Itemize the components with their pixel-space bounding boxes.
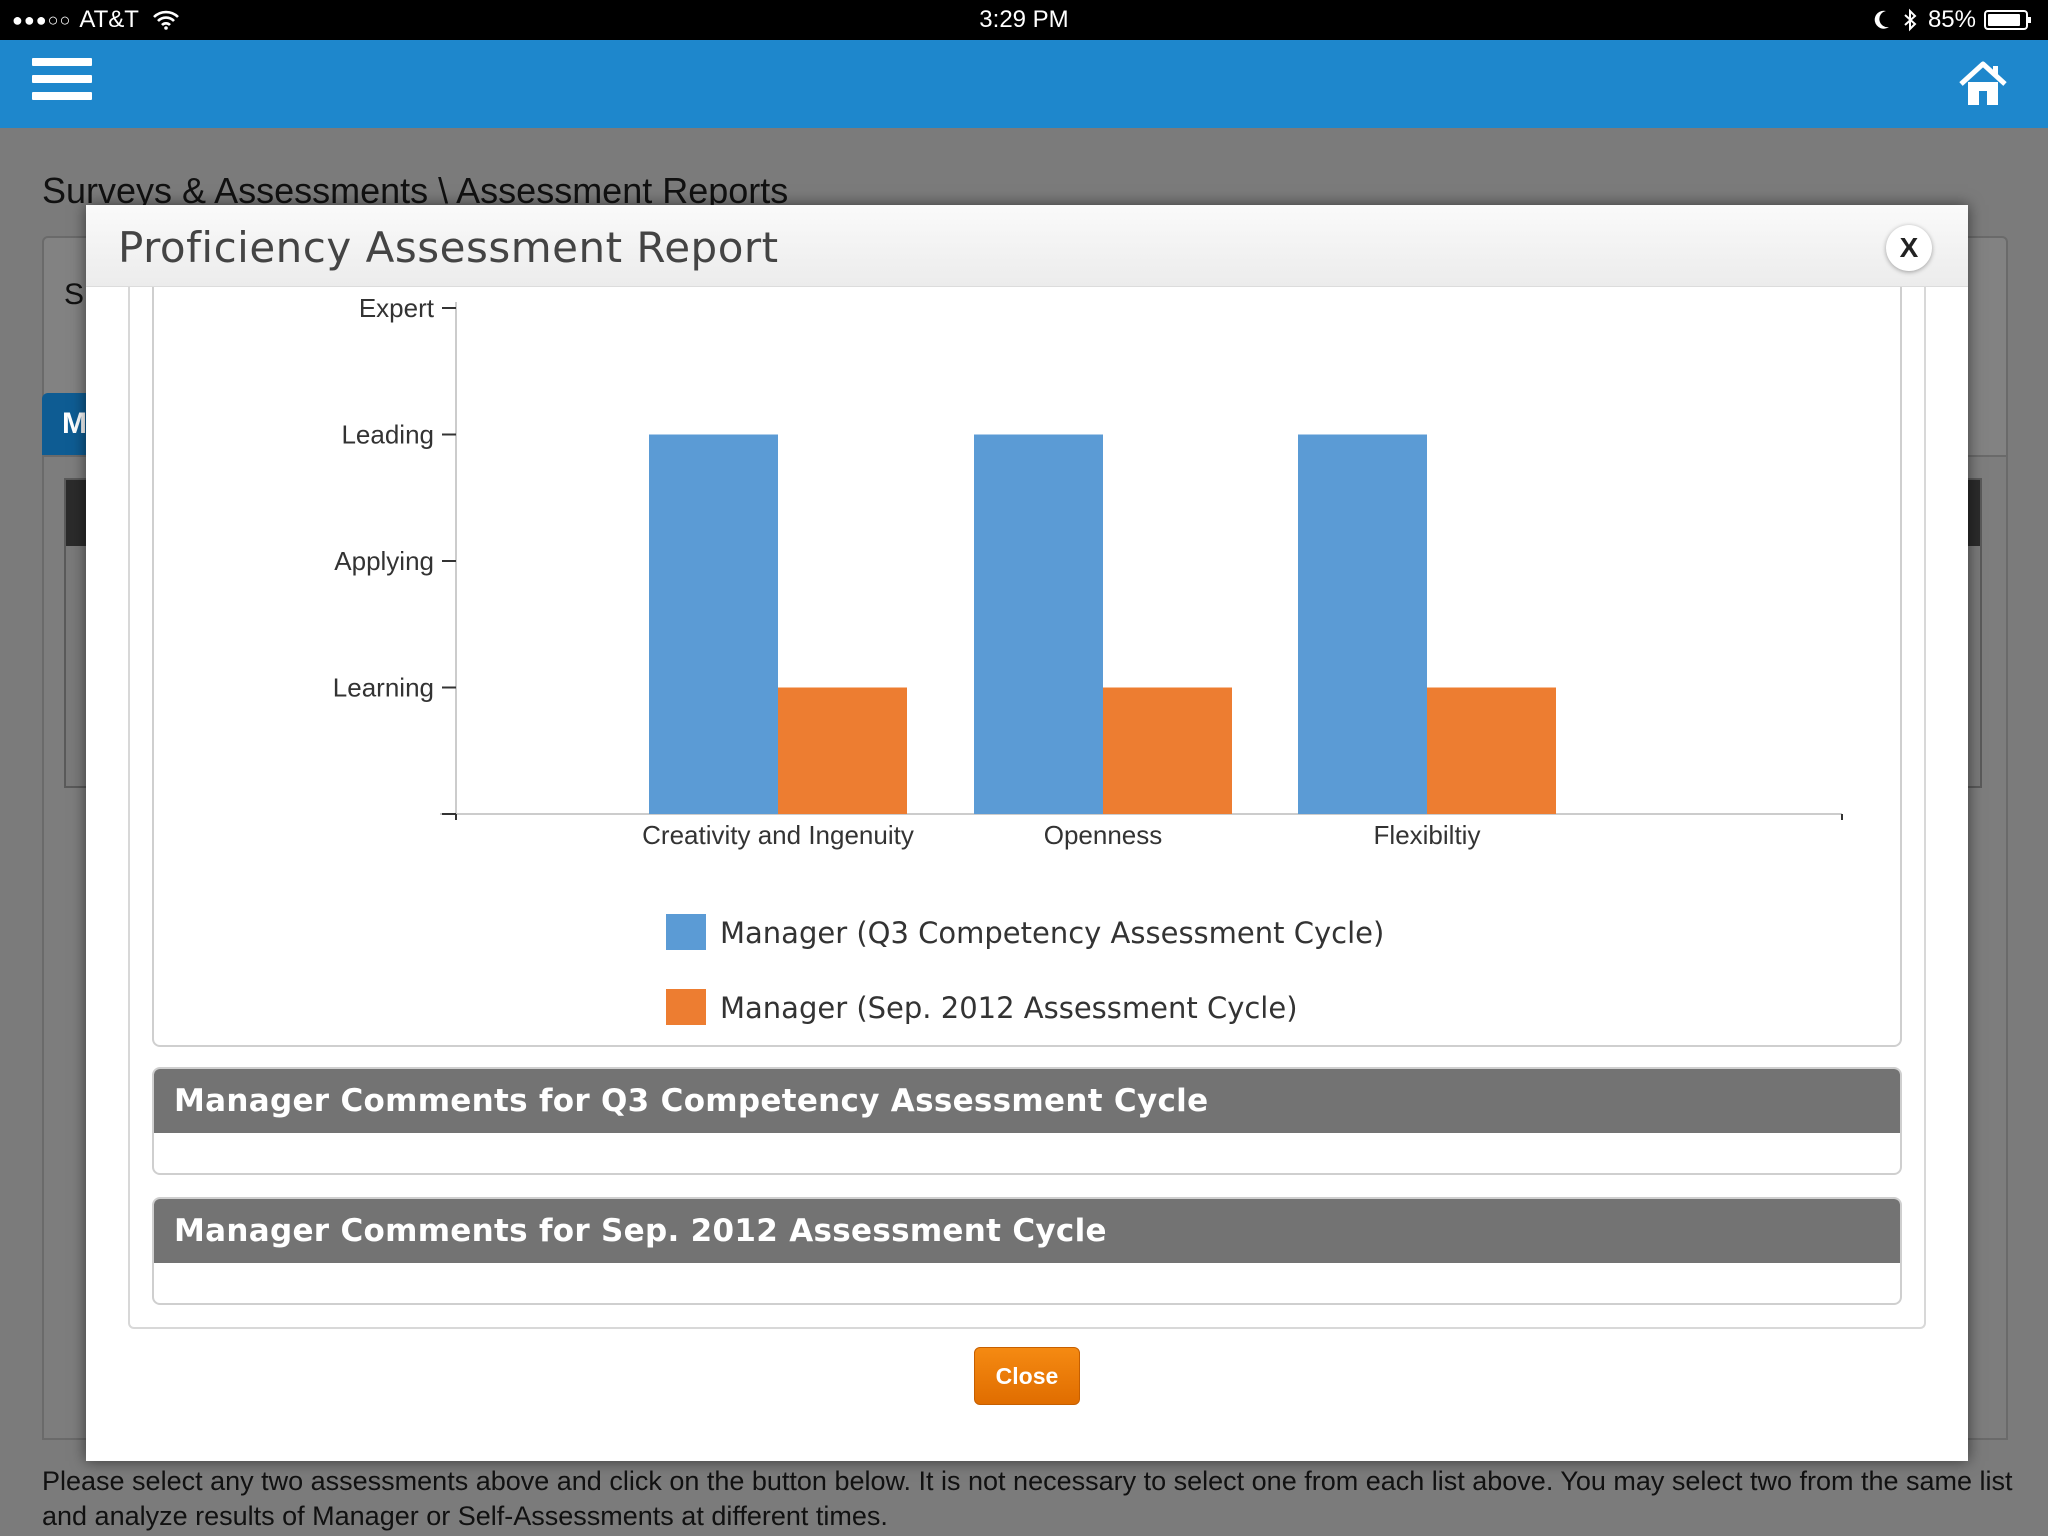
comment-panel-q3: Manager Comments for Q3 Competency Asses…: [152, 1067, 1902, 1175]
y-tick-label: Expert: [359, 293, 435, 323]
bar: [1103, 687, 1232, 814]
legend-swatch: [666, 989, 706, 1025]
status-time: 3:29 PM: [979, 6, 1069, 33]
modal-header: Proficiency Assessment Report X: [86, 205, 1968, 287]
bar: [974, 434, 1103, 814]
bar: [649, 434, 778, 814]
moon-icon: [1874, 10, 1889, 29]
modal-title: Proficiency Assessment Report: [118, 223, 779, 272]
bar: [1298, 434, 1427, 814]
app-header: [0, 40, 2048, 128]
battery-icon: [1984, 10, 2031, 30]
y-tick-label: Applying: [334, 546, 434, 576]
bar: [1427, 687, 1556, 814]
close-button[interactable]: Close: [974, 1347, 1080, 1405]
x-tick-label: Creativity and Ingenuity: [642, 820, 914, 850]
modal-close-icon[interactable]: X: [1886, 225, 1932, 271]
legend-label: Manager (Sep. 2012 Assessment Cycle): [720, 991, 1298, 1025]
y-tick-label: Learning: [333, 673, 434, 703]
hamburger-menu-icon[interactable]: [32, 58, 92, 110]
comment-panel-title: Manager Comments for Q3 Competency Asses…: [154, 1069, 1900, 1133]
bar: [778, 687, 907, 814]
report-modal: Proficiency Assessment Report X Learning…: [86, 205, 1968, 1461]
x-tick-label: Flexibiltiy: [1374, 820, 1481, 850]
y-tick-label: Leading: [341, 420, 434, 450]
legend-label: Manager (Q3 Competency Assessment Cycle): [720, 916, 1384, 950]
home-icon[interactable]: [1958, 60, 2008, 108]
status-bar: ●●●○○ AT&T 3:29 PM 85%: [0, 0, 2048, 40]
legend-swatch: [666, 914, 706, 950]
battery-percent: 85%: [1927, 6, 1976, 33]
comment-panel-sep2012: Manager Comments for Sep. 2012 Assessmen…: [152, 1197, 1902, 1305]
bar-chart: Learning Applying Leading Expert Creativity …: [333, 293, 1843, 1025]
bluetooth-icon: [1904, 8, 1917, 32]
chart-panel: Learning Applying Leading Expert Creativity …: [152, 287, 1902, 1047]
background-box-label: S: [64, 278, 85, 311]
comment-panel-title: Manager Comments for Sep. 2012 Assessmen…: [154, 1199, 1900, 1263]
x-tick-label: Openness: [1044, 820, 1163, 850]
status-right: 85%: [1872, 6, 2034, 34]
instructions-text: Please select any two assessments above …: [42, 1466, 2013, 1531]
